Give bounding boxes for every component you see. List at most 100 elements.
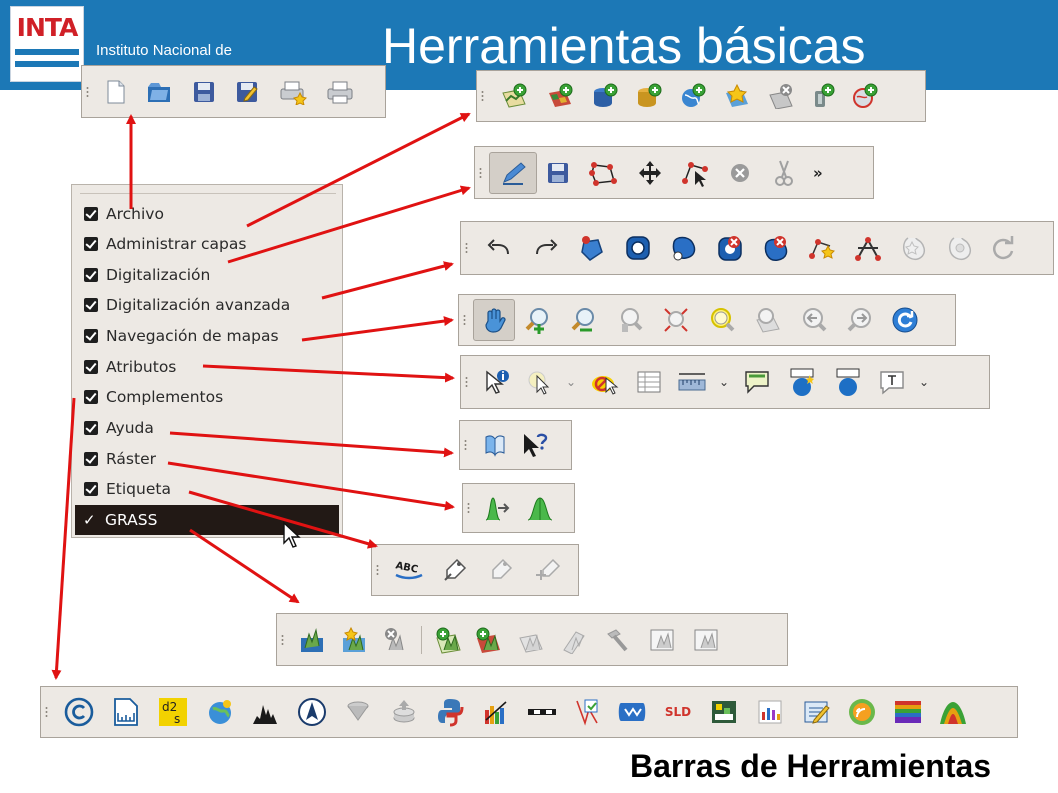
pin-labels-icon[interactable] xyxy=(432,552,478,588)
menu-item-complementos[interactable]: Complementos xyxy=(78,384,338,410)
checkbox-icon[interactable] xyxy=(84,421,98,435)
toolbar-grip[interactable] xyxy=(479,166,482,179)
show-hide-labels-icon[interactable] xyxy=(478,552,524,588)
checkbox-icon[interactable] xyxy=(84,298,98,312)
zoom-full-icon[interactable] xyxy=(653,302,699,338)
open-project-icon[interactable] xyxy=(136,74,182,110)
chevron-down-icon[interactable]: ⌄ xyxy=(713,364,735,400)
local-histogram-stretch-icon[interactable] xyxy=(477,490,519,526)
menu-item-administrar-capas[interactable]: Administrar capas xyxy=(78,231,338,257)
checkbox-icon[interactable] xyxy=(84,390,98,404)
add-wcs-layer-icon[interactable] xyxy=(843,78,887,114)
save-as-icon[interactable] xyxy=(226,74,268,110)
delete-part-icon[interactable] xyxy=(753,230,799,266)
delete-selected-icon[interactable] xyxy=(719,155,761,191)
add-grass-vector-icon[interactable] xyxy=(428,622,468,658)
toolbar-grip[interactable] xyxy=(281,633,284,646)
metadata-icon[interactable] xyxy=(793,694,839,730)
spatialite-icon[interactable] xyxy=(335,694,381,730)
new-bookmark-icon[interactable] xyxy=(779,364,825,400)
add-wfs-layer-icon[interactable] xyxy=(715,78,759,114)
save-edits-icon[interactable] xyxy=(537,155,579,191)
zoom-to-selection-icon[interactable] xyxy=(699,302,745,338)
toolbar-overflow-icon[interactable]: » xyxy=(813,164,823,182)
menu-item-etiqueta[interactable]: Etiqueta xyxy=(78,476,338,502)
new-file-icon[interactable] xyxy=(96,74,136,110)
north-arrow-icon[interactable] xyxy=(289,694,335,730)
add-raster-layer-icon[interactable] xyxy=(537,78,583,114)
reshape-features-icon[interactable] xyxy=(799,230,845,266)
display-current-region-icon[interactable] xyxy=(552,622,596,658)
remove-layer-icon[interactable] xyxy=(759,78,803,114)
histogram-icon[interactable] xyxy=(243,694,289,730)
toolbar-grip[interactable] xyxy=(45,706,48,718)
identify-icon[interactable] xyxy=(475,364,519,400)
terrain-profile-icon[interactable] xyxy=(931,694,975,730)
refresh-icon[interactable] xyxy=(883,302,927,338)
raster-terrain-icon[interactable] xyxy=(609,694,655,730)
menu-item-archivo[interactable]: Archivo xyxy=(78,201,338,227)
node-tool-icon[interactable] xyxy=(673,155,719,191)
add-spatialite-layer-icon[interactable] xyxy=(627,78,671,114)
zoom-to-layer-icon[interactable] xyxy=(745,302,791,338)
menu-item-digitalizacion[interactable]: Digitalización xyxy=(78,262,338,288)
create-new-grass-vector-icon[interactable] xyxy=(684,622,728,658)
add-ring-icon[interactable] xyxy=(615,230,661,266)
open-grass-mapset-icon[interactable] xyxy=(291,622,335,658)
zoom-last-icon[interactable] xyxy=(791,302,837,338)
checkbox-icon[interactable] xyxy=(84,237,98,251)
measure-icon[interactable] xyxy=(671,364,713,400)
edit-grass-vector-icon[interactable] xyxy=(640,622,684,658)
sld-icon[interactable]: SLD xyxy=(655,694,701,730)
menu-item-ayuda[interactable]: Ayuda xyxy=(78,415,338,441)
close-grass-mapset-icon[interactable] xyxy=(375,622,415,658)
db-manager-icon[interactable] xyxy=(381,694,427,730)
add-part-icon[interactable] xyxy=(661,230,707,266)
pan-icon[interactable] xyxy=(473,299,515,341)
attribute-table-icon[interactable] xyxy=(627,364,671,400)
toolbar-grip[interactable] xyxy=(465,242,468,254)
undo-icon[interactable] xyxy=(475,230,523,266)
checkbox-icon[interactable] xyxy=(84,329,98,343)
toolbar-grip[interactable] xyxy=(467,502,470,514)
labeling-icon[interactable]: ABC xyxy=(386,552,432,588)
checkbox-icon[interactable] xyxy=(84,268,98,282)
deselect-icon[interactable] xyxy=(583,364,627,400)
print-composer-manager-icon[interactable] xyxy=(318,74,362,110)
full-histogram-stretch-icon[interactable] xyxy=(519,490,561,526)
scale-icon[interactable] xyxy=(519,694,565,730)
interpolation-icon[interactable] xyxy=(473,694,519,730)
menu-item-navegacion-de-mapas[interactable]: Navegación de mapas xyxy=(78,323,338,349)
whats-this-icon[interactable] xyxy=(516,427,556,463)
redo-icon[interactable] xyxy=(523,230,569,266)
select-features-icon[interactable] xyxy=(519,364,559,400)
rss-icon[interactable] xyxy=(839,694,885,730)
heatmap-icon[interactable] xyxy=(747,694,793,730)
chevron-down-icon[interactable]: ⌄ xyxy=(559,364,583,400)
menu-item-digitalizacion-avanzada[interactable]: Digitalización avanzada xyxy=(78,292,338,318)
split-features-icon[interactable] xyxy=(845,230,891,266)
help-contents-icon[interactable] xyxy=(474,427,516,463)
rotate-feature-icon[interactable] xyxy=(983,230,1023,266)
checkbox-icon[interactable] xyxy=(84,452,98,466)
checkbox-icon[interactable] xyxy=(84,207,98,221)
python-console-icon[interactable] xyxy=(427,694,473,730)
menu-item-raster[interactable]: Ráster xyxy=(78,446,338,472)
checkbox-icon[interactable] xyxy=(84,482,98,496)
chevron-down-icon[interactable]: ⌄ xyxy=(913,364,935,400)
rotate-point-symbols-icon[interactable] xyxy=(937,230,983,266)
edit-current-region-icon[interactable] xyxy=(596,622,640,658)
checkbox-icon[interactable] xyxy=(84,360,98,374)
zoom-next-icon[interactable] xyxy=(837,302,883,338)
offset-curve-icon[interactable] xyxy=(891,230,937,266)
zoom-native-icon[interactable] xyxy=(607,302,653,338)
dem-icon[interactable] xyxy=(701,694,747,730)
text-annotation-icon[interactable] xyxy=(871,364,913,400)
d2s-icon[interactable]: d2 s xyxy=(149,694,197,730)
copyright-label-icon[interactable] xyxy=(55,694,103,730)
toolbar-grip[interactable] xyxy=(86,85,89,98)
color-ramp-icon[interactable] xyxy=(885,694,931,730)
open-grass-tools-icon[interactable] xyxy=(508,622,552,658)
georeferencer-icon[interactable] xyxy=(197,694,243,730)
add-grass-raster-icon[interactable] xyxy=(468,622,508,658)
